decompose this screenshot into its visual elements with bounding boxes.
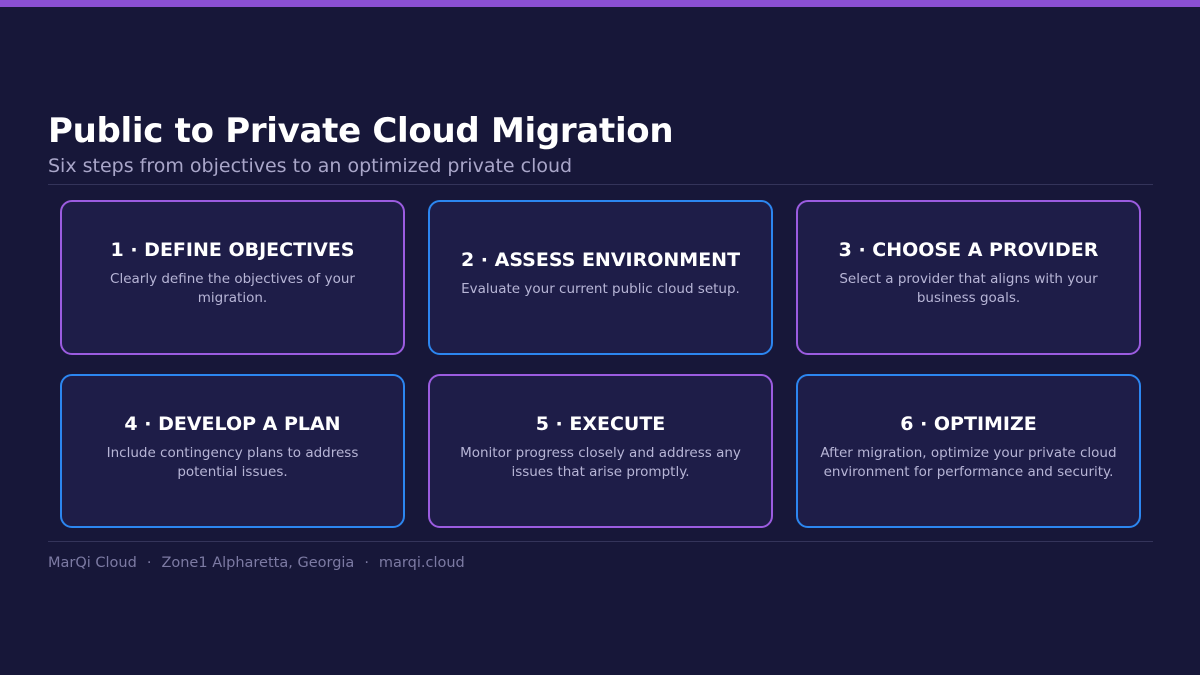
step-card-5: 5 · EXECUTE Monitor progress closely and… [428,374,773,528]
footer-separator: · [364,555,369,571]
step-description: Monitor progress closely and address any… [460,444,741,480]
step-card-3: 3 · CHOOSE A PROVIDER Select a provider … [796,200,1141,355]
step-title: 1 · DEFINE OBJECTIVES [110,239,355,261]
step-title: 4 · DEVELOP A PLAN [124,412,341,435]
footer: MarQi Cloud · Zone1 Alpharetta, Georgia · ma… [48,555,465,571]
step-card-1: 1 · DEFINE OBJECTIVES Clearly define the… [60,200,405,355]
step-description: After migration, optimize your private c… [820,444,1117,480]
footer-divider [48,541,1153,542]
step-description: Clearly define the objectives of your mi… [110,271,355,306]
step-description: Select a provider that aligns with your … [839,271,1098,306]
step-title: 2 · ASSESS ENVIRONMENT [460,248,741,271]
step-description: Evaluate your current public cloud setup… [461,280,740,297]
step-description: Include contingency plans to address pot… [106,444,359,480]
footer-website-link[interactable]: marqi.cloud [379,555,465,571]
step-title: 5 · EXECUTE [535,412,666,435]
page-title: Public to Private Cloud Migration [48,111,674,151]
step-card-4: 4 · DEVELOP A PLAN Include contingency p… [60,374,405,528]
header-divider [48,184,1153,185]
step-card-6: 6 · OPTIMIZE After migration, optimize y… [796,374,1141,528]
footer-separator: · [146,555,152,571]
steps-grid: 1 · DEFINE OBJECTIVES Clearly define the… [60,200,1141,528]
step-title: 6 · OPTIMIZE [900,412,1037,435]
page-subtitle: Six steps from objectives to an optimize… [48,155,573,177]
step-card-2: 2 · ASSESS ENVIRONMENT Evaluate your cur… [428,200,773,355]
footer-company: MarQi Cloud [48,555,137,571]
step-title: 3 · CHOOSE A PROVIDER [838,239,1099,261]
top-accent-bar [0,0,1200,7]
footer-location: Zone1 Alpharetta, Georgia [161,555,355,571]
